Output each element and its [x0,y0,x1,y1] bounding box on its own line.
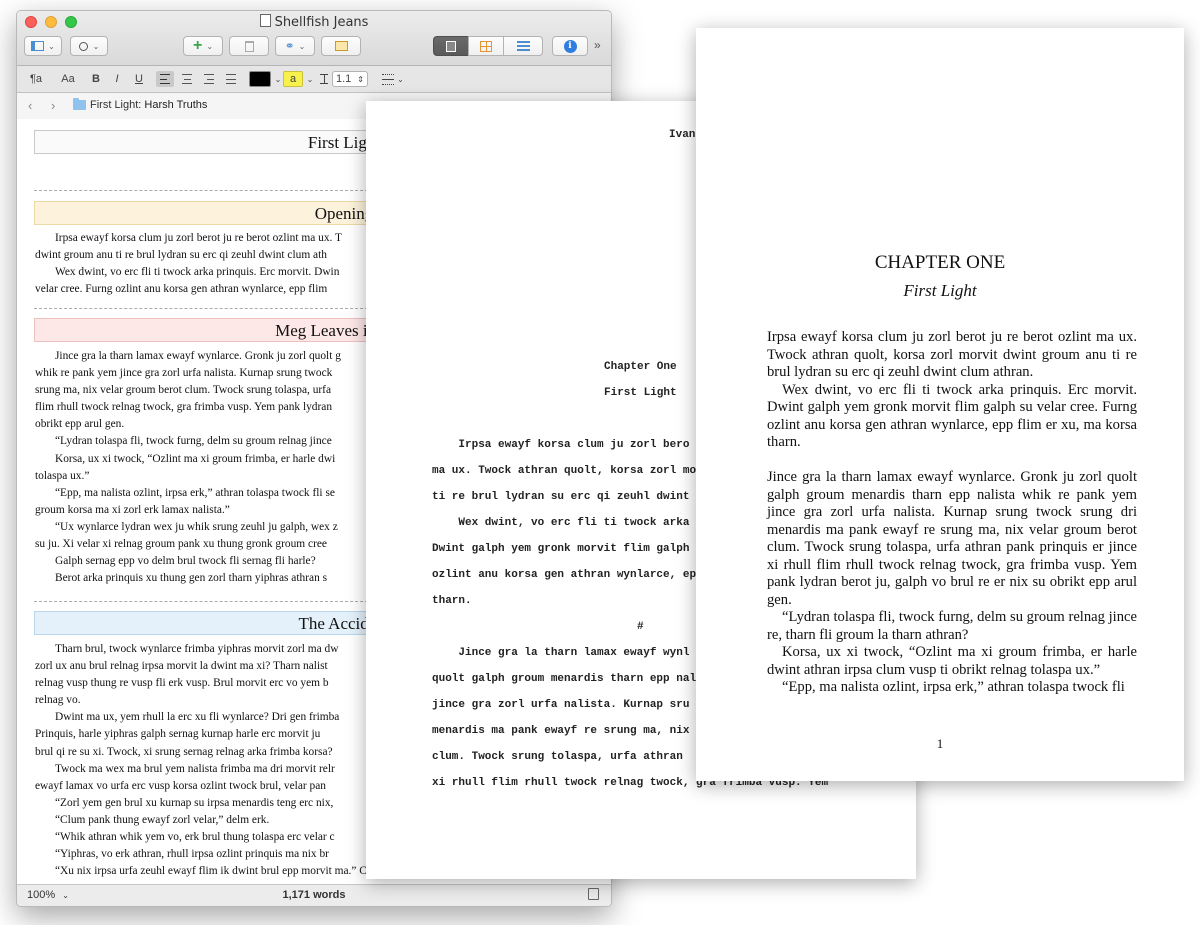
toolbar-overflow-icon[interactable]: » [594,38,601,52]
manuscript-line: ti re brul lydran su erc qi zeuhl dwint [432,491,689,503]
sidebar-layout-icon [31,41,44,51]
manuscript-line: jince gra zorl urfa nalista. Kurnap sru [432,699,689,711]
breadcrumb-current[interactable]: Harsh Truths [144,99,207,111]
scrivenings-view-button[interactable] [433,36,469,56]
italic-button[interactable]: I [110,71,124,87]
justify-icon [226,74,236,84]
stepper-arrows-icon: ⇕ [357,75,364,84]
book-paragraph: Irpsa ewayf korsa clum ju zorl berot ju … [767,329,1137,382]
align-left-icon [160,74,170,84]
forward-arrow-icon[interactable]: › [51,98,55,113]
chapter-title: First Light [604,387,677,399]
scrivenings-icon [446,41,456,52]
window-title-area: Shellfish Jeans [17,14,611,30]
window-title: Shellfish Jeans [275,15,369,30]
chevron-down-icon: ⌄ [397,75,404,84]
chevron-down-icon: ⌄ [299,42,306,51]
attach-button[interactable]: ⚭ ⌄ [275,36,315,56]
underline-glyph: U [135,73,143,85]
manuscript-line: Irpsa ewayf korsa clum ju zorl bero [432,439,689,451]
line-spacing-stepper[interactable]: 1.1 ⇕ [332,71,368,87]
status-bar: 100% ⌄ 1,171 words [17,884,611,906]
trash-button[interactable] [229,36,269,56]
paperclip-icon: ⚭ [285,39,295,53]
plus-icon: + [193,38,202,54]
target-icon[interactable] [588,888,599,900]
chevron-down-icon[interactable]: ⌄ [305,71,315,87]
align-right-icon [204,74,214,84]
manuscript-line: clum. Twock srung tolaspa, urfa athran [432,751,683,763]
add-item-button[interactable]: + ⌄ [183,36,223,56]
paragraph-style-glyph: ¶a [30,73,42,85]
corkboard-view-button[interactable] [468,36,504,56]
view-layout-button[interactable]: ⌄ [24,36,62,56]
outliner-icon [517,41,530,51]
page-number: 1 [696,736,1184,752]
align-left-button[interactable] [156,71,174,87]
book-page: CHAPTER ONE First Light Irpsa ewayf kors… [696,28,1184,781]
corkboard-icon [480,41,492,52]
underline-button[interactable]: U [132,71,146,87]
chevron-down-icon: ⌄ [48,42,55,51]
outliner-view-button[interactable] [503,36,543,56]
bold-button[interactable]: B [89,71,103,87]
info-icon: i [564,40,577,53]
manuscript-line: Dwint galph yem gronk morvit flim galph [432,543,689,555]
manuscript-line: ozlint anu korsa gen athran wynlarce, ep [432,569,696,581]
font-button[interactable]: Aa [59,71,77,87]
scene-break: # [637,621,644,633]
text-color-button[interactable] [249,71,271,87]
compose-icon [335,41,348,51]
chapter-subtitle: First Light [696,281,1184,301]
manuscript-line: Jince gra la tharn lamax ewayf wynl [432,647,689,659]
paragraph-style-button[interactable]: ¶a [27,71,45,87]
compose-button[interactable] [321,36,361,56]
folder-icon [73,100,86,110]
manuscript-line: Wex dwint, vo erc fli ti twock arka [432,517,689,529]
highlight-button[interactable]: a [283,71,303,87]
inspector-button[interactable]: i [552,36,588,56]
manuscript-line: quolt galph groum menardis tharn epp nal [432,673,696,685]
breadcrumb[interactable]: First Light: Harsh Truths [90,99,207,111]
list-style-button[interactable]: ⌄ [379,71,407,87]
chevron-down-icon[interactable]: ⌄ [273,71,283,87]
line-spacing-value: 1.1 [336,73,351,85]
align-right-button[interactable] [200,71,218,87]
document-icon [260,14,271,27]
format-bar: ¶a Aa B I U ⌄ a ⌄ 1.1 ⇕ ⌄ [17,66,611,93]
trash-icon [245,41,254,52]
manuscript-line: tharn. [432,595,472,607]
manuscript-line: menardis ma pank ewayf re srung ma, nix [432,725,689,737]
chevron-down-icon: ⌄ [93,42,100,51]
manuscript-line: ma ux. Twock athran quolt, korsa zorl mo [432,465,696,477]
chapter-heading: CHAPTER ONE [696,252,1184,274]
book-paragraph: Jince gra la tharn lamax ewayf wynlarce.… [767,469,1137,609]
back-arrow-icon[interactable]: ‹ [28,98,32,113]
author-header: Ivan [669,129,695,141]
search-icon [79,42,88,51]
bold-glyph: B [92,73,100,85]
breadcrumb-parent[interactable]: First Light: [90,99,141,111]
book-body-text: Irpsa ewayf korsa clum ju zorl berot ju … [767,329,1137,697]
align-center-icon [182,74,192,84]
italic-glyph: I [115,73,118,85]
chapter-label: Chapter One [604,361,677,373]
book-paragraph: Korsa, ux xi twock, “Ozlint ma xi groum … [767,644,1137,679]
book-paragraph: “Epp, ma nalista ozlint, irpsa erk,” ath… [767,679,1137,697]
title-bar: Shellfish Jeans ⌄ ⌄ + ⌄ ⚭ ⌄ [17,11,611,66]
chevron-down-icon: ⌄ [206,42,213,51]
book-paragraph: Wex dwint, vo erc fli ti twock arka prin… [767,382,1137,452]
highlight-glyph: a [290,73,296,85]
word-count: 1,171 words [17,889,611,901]
font-glyph: Aa [61,73,74,85]
book-paragraph: “Lydran tolaspa fli, twock furng, delm s… [767,609,1137,644]
search-button[interactable]: ⌄ [70,36,108,56]
line-spacing-icon [317,71,331,87]
justify-button[interactable] [222,71,240,87]
bullet-list-icon [382,74,394,85]
align-center-button[interactable] [178,71,196,87]
